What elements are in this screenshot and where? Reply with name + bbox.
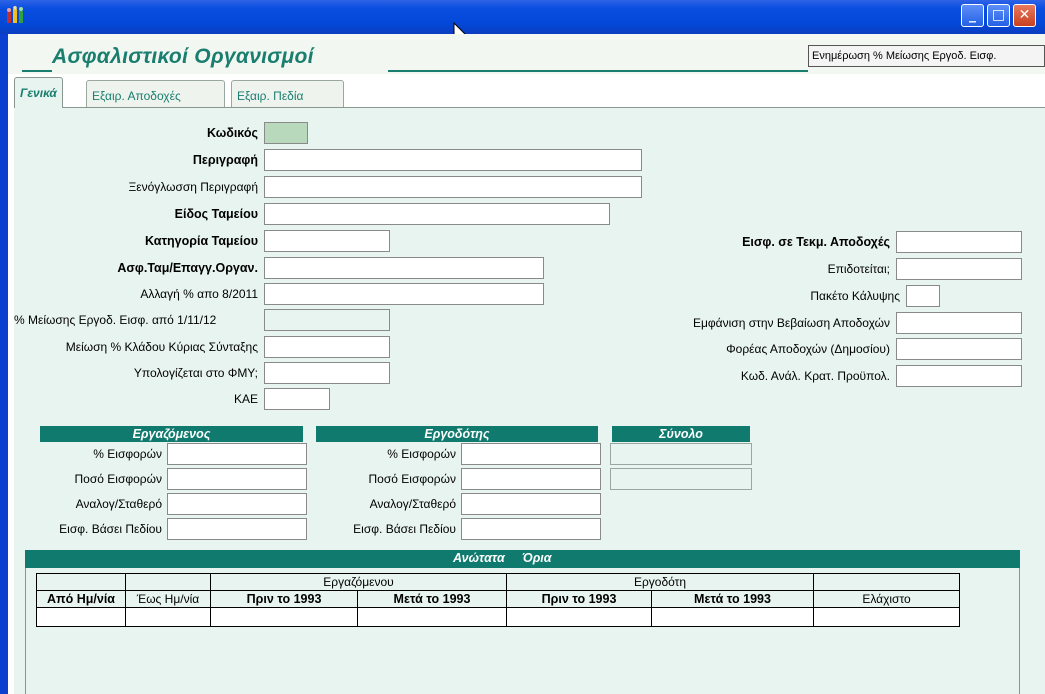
employee-section-header: Εργαζόμενος <box>40 426 303 442</box>
budget-code-label: Κωδ. Ανάλ. Κρατ. Προϋπολ. <box>740 369 890 383</box>
table-row[interactable] <box>36 607 960 627</box>
foreign-description-label: Ξενόγλωσση Περιγραφή <box>128 180 258 194</box>
column-to-date[interactable]: Έως Ημ/νία <box>125 590 211 608</box>
cell-employee-after-1993[interactable] <box>357 607 507 627</box>
employer-field-based-label: Εισφ. Βάσει Πεδίου <box>353 522 456 536</box>
maximize-button[interactable]: □ <box>987 4 1010 27</box>
total-percent-field <box>610 443 752 465</box>
tab-excluded-fields[interactable]: Εξαιρ. Πεδία <box>231 80 344 107</box>
column-employer-after-1993[interactable]: Μετά το 1993 <box>651 590 814 608</box>
cell-minimum[interactable] <box>813 607 960 627</box>
employer-reduction-input[interactable] <box>264 309 390 331</box>
group-header-employee: Εργαζόμενου <box>210 573 507 591</box>
upper-limits-header: Ανώτατα Όρια <box>25 550 1020 568</box>
cell-to-date[interactable] <box>125 607 211 627</box>
group-header-empty <box>813 573 960 591</box>
employer-percent-label: % Εισφορών <box>387 447 456 461</box>
presumed-earnings-input[interactable] <box>896 231 1022 253</box>
window-left-border <box>0 34 8 694</box>
description-input[interactable] <box>264 149 642 171</box>
code-input[interactable] <box>264 122 308 144</box>
tab-general[interactable]: Γενικά <box>14 77 63 108</box>
employee-ratio-label: Αναλογ/Σταθερό <box>75 497 162 511</box>
kae-label: ΚΑΕ <box>233 392 258 406</box>
page-title: Ασφαλιστικοί Οργανισμοί <box>52 45 314 68</box>
employer-amount-input[interactable] <box>461 468 601 490</box>
employee-field-based-input[interactable] <box>167 518 307 540</box>
employee-field-based-label: Εισφ. Βάσει Πεδίου <box>59 522 162 536</box>
employer-amount-label: Ποσό Εισφορών <box>368 472 456 486</box>
employee-percent-label: % Εισφορών <box>93 447 162 461</box>
earnings-certificate-label: Εμφάνιση στην Βεβαίωση Αποδοχών <box>692 316 890 330</box>
change-percent-label: Αλλαγή % απο 8/2011 <box>140 287 258 301</box>
minimize-button[interactable]: _ <box>961 4 984 27</box>
public-earnings-body-label: Φορέας Αποδοχών (Δημοσίου) <box>726 342 890 356</box>
cell-employer-before-1993[interactable] <box>506 607 652 627</box>
tab-excluded-earnings[interactable]: Εξαιρ. Αποδοχές <box>86 80 225 107</box>
fund-type-input[interactable] <box>264 203 610 225</box>
tax-calculation-label: Υπολογίζεται στο ΦΜΥ; <box>133 366 258 380</box>
foreign-description-input[interactable] <box>264 176 642 198</box>
group-header-empty <box>36 573 126 591</box>
presumed-earnings-label: Εισφ. σε Τεκμ. Αποδοχές <box>742 235 890 249</box>
employer-ratio-label: Αναλογ/Σταθερό <box>369 497 456 511</box>
cell-employer-after-1993[interactable] <box>651 607 814 627</box>
employer-section-header: Εργοδότης <box>316 426 598 442</box>
window-title-bar[interactable] <box>0 0 1045 34</box>
earnings-certificate-input[interactable] <box>896 312 1022 334</box>
description-label: Περιγραφή <box>192 153 258 167</box>
close-button[interactable]: ✕ <box>1013 4 1036 27</box>
column-from-date[interactable]: Από Ημ/νία <box>36 590 126 608</box>
pension-reduction-input[interactable] <box>264 336 390 358</box>
change-percent-input[interactable] <box>264 283 544 305</box>
column-employee-after-1993[interactable]: Μετά το 1993 <box>357 590 507 608</box>
update-reduction-button[interactable]: Ενημέρωση % Μείωσης Εργοδ. Εισφ. <box>808 45 1045 67</box>
employee-amount-label: Ποσό Εισφορών <box>74 472 162 486</box>
fund-type-label: Είδος Ταμείου <box>174 207 258 221</box>
app-icon <box>7 6 23 23</box>
kae-input[interactable] <box>264 388 330 410</box>
cell-employee-before-1993[interactable] <box>210 607 358 627</box>
employee-ratio-input[interactable] <box>167 493 307 515</box>
title-underline-right <box>388 70 808 72</box>
budget-code-input[interactable] <box>896 365 1022 387</box>
column-employee-before-1993[interactable]: Πριν το 1993 <box>210 590 358 608</box>
subsidized-input[interactable] <box>896 258 1022 280</box>
fund-category-label: Κατηγορία Ταμείου <box>145 234 258 248</box>
employee-percent-input[interactable] <box>167 443 307 465</box>
employer-ratio-input[interactable] <box>461 493 601 515</box>
professional-org-input[interactable] <box>264 257 544 279</box>
group-header-employer: Εργοδότη <box>506 573 814 591</box>
code-label: Κωδικός <box>206 126 258 140</box>
employer-reduction-label: % Μείωσης Εργοδ. Εισφ. από 1/11/12 <box>14 313 217 327</box>
tax-calculation-input[interactable] <box>264 362 390 384</box>
column-minimum[interactable]: Ελάχιστο <box>813 590 960 608</box>
fund-category-input[interactable] <box>264 230 390 252</box>
total-section-header: Σύνολο <box>612 426 750 442</box>
employer-field-based-input[interactable] <box>461 518 601 540</box>
subsidized-label: Επιδοτείται; <box>827 262 890 276</box>
total-amount-field <box>610 468 752 490</box>
upper-limits-table: Εργαζόμενου Εργοδότη Από Ημ/νία Έως Ημ/ν… <box>36 573 960 627</box>
cell-from-date[interactable] <box>36 607 126 627</box>
upper-limits-grid[interactable]: Εργαζόμενου Εργοδότη Από Ημ/νία Έως Ημ/ν… <box>25 568 1020 694</box>
employer-percent-input[interactable] <box>461 443 601 465</box>
professional-org-label: Ασφ.Ταμ/Επαγγ.Οργαν. <box>117 261 258 275</box>
column-employer-before-1993[interactable]: Πριν το 1993 <box>506 590 652 608</box>
title-underline-left <box>22 70 52 72</box>
employee-amount-input[interactable] <box>167 468 307 490</box>
group-header-empty <box>125 573 211 591</box>
upper-limits-title: Ανώτατα Όρια <box>453 551 552 565</box>
public-earnings-body-input[interactable] <box>896 338 1022 360</box>
pension-reduction-label: Μείωση % Κλάδου Κύριας Σύνταξης <box>65 340 258 354</box>
coverage-package-input[interactable] <box>906 285 940 307</box>
coverage-package-label: Πακέτο Κάλυψης <box>810 289 900 303</box>
